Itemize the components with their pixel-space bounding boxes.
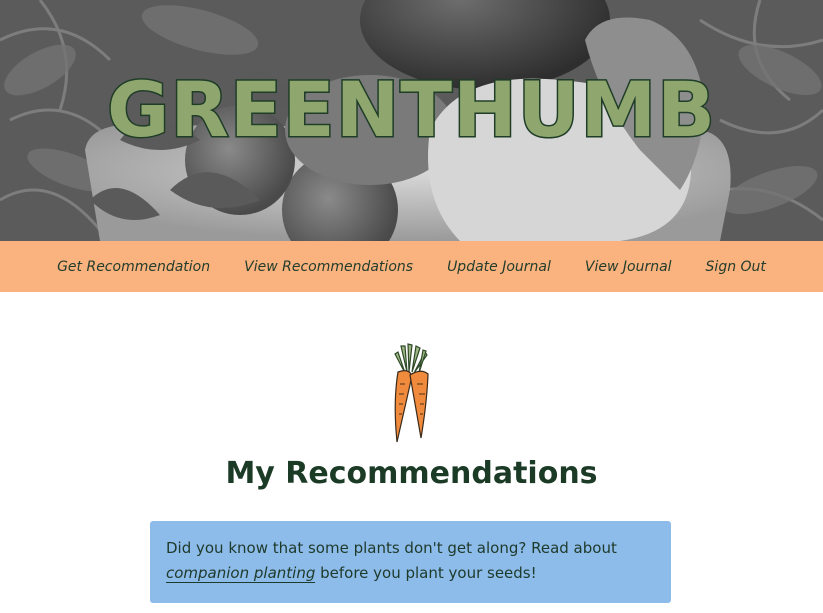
tip-text-before: Did you know that some plants don't get …	[166, 539, 617, 557]
companion-planting-tip: Did you know that some plants don't get …	[150, 521, 671, 603]
nav-view-journal[interactable]: View Journal	[568, 259, 689, 275]
tip-text-after: before you plant your seeds!	[315, 564, 537, 582]
nav-sign-out[interactable]: Sign Out	[689, 259, 783, 275]
site-logo[interactable]: GREENTHUMB	[0, 70, 823, 149]
companion-planting-link[interactable]: companion planting	[166, 564, 316, 583]
page-title: My Recommendations	[225, 456, 598, 491]
carrot-icon	[394, 343, 429, 443]
nav-get-recommendation[interactable]: Get Recommendation	[40, 259, 227, 275]
hero-banner: GREENTHUMB	[0, 0, 823, 241]
nav-view-recommendations[interactable]: View Recommendations	[227, 259, 430, 275]
nav-update-journal[interactable]: Update Journal	[430, 259, 568, 275]
main-content: My Recommendations Did you know that som…	[0, 292, 823, 613]
main-nav: Get Recommendation View Recommendations …	[0, 241, 823, 292]
